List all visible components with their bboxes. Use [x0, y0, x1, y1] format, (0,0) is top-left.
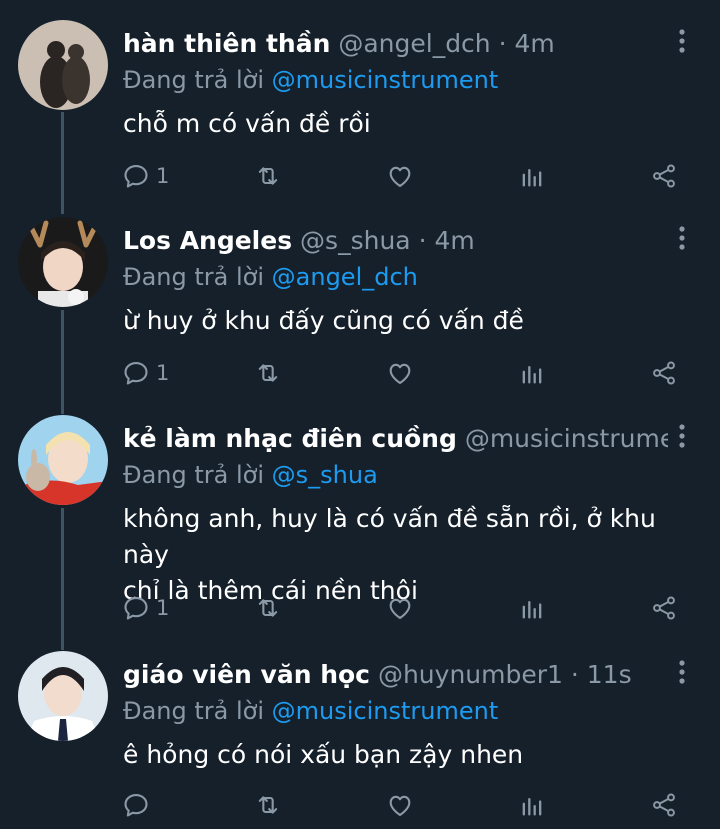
share-icon [653, 361, 675, 385]
analytics-button[interactable] [518, 156, 546, 196]
analytics-button[interactable] [518, 785, 546, 825]
action-bar: 1 [118, 353, 688, 393]
tweet-text-line: không anh, huy là có vấn đề sẵn rồi, ở k… [123, 504, 656, 569]
replying-prefix: Đang trả lời [123, 461, 265, 489]
tweet-header: giáo viên văn học @huynumber1 · 11s [123, 659, 668, 691]
user-handle[interactable]: @angel_dch [338, 29, 490, 58]
mention-link[interactable]: @angel_dch [272, 263, 418, 291]
share-button[interactable] [650, 156, 678, 196]
reply-button[interactable]: 1 [122, 353, 169, 393]
avatar[interactable] [18, 20, 108, 110]
reply-icon [124, 794, 148, 817]
action-bar: 1 [118, 156, 688, 196]
more-icon[interactable] [672, 26, 692, 56]
like-icon [389, 363, 411, 384]
analytics-button[interactable] [518, 588, 546, 628]
tweet[interactable]: kẻ làm nhạc điên cuồng @musicinstrument … [0, 415, 720, 635]
display-name[interactable]: kẻ làm nhạc điên cuồng [123, 424, 457, 453]
mention-link[interactable]: @musicinstrument [272, 66, 499, 94]
share-icon [653, 596, 675, 620]
replying-to: Đang trả lời @musicinstrument [123, 64, 498, 96]
retweet-button[interactable] [254, 353, 282, 393]
reply-count: 1 [156, 596, 170, 620]
reply-count: 1 [156, 361, 170, 385]
like-button[interactable] [386, 353, 414, 393]
more-icon[interactable] [672, 223, 692, 253]
reply-icon [124, 165, 148, 188]
reply-button[interactable]: 1 [122, 588, 169, 628]
avatar[interactable] [18, 217, 108, 307]
replying-to: Đang trả lời @musicinstrument [123, 695, 498, 727]
share-button[interactable] [650, 785, 678, 825]
reply-button[interactable] [122, 785, 156, 825]
retweet-icon [258, 364, 278, 382]
analytics-icon [522, 169, 542, 187]
user-handle[interactable]: @huynumber1 [378, 660, 563, 689]
replying-prefix: Đang trả lời [123, 263, 265, 291]
replying-to: Đang trả lời @s_shua [123, 459, 378, 491]
retweet-icon [258, 167, 278, 185]
tweet-text: ê hỏng có nói xấu bạn zậy nhen [123, 737, 683, 773]
tweet-text-line: ê hỏng có nói xấu bạn zậy nhen [123, 740, 524, 769]
mention-link[interactable]: @s_shua [272, 461, 378, 489]
tweet-header: Los Angeles @s_shua · 4m [123, 225, 668, 257]
separator-dot: · [570, 660, 579, 689]
action-bar: 1 [118, 588, 688, 628]
like-button[interactable] [386, 785, 414, 825]
user-handle[interactable]: @s_shua [300, 226, 411, 255]
reply-button[interactable]: 1 [122, 156, 169, 196]
analytics-icon [522, 366, 542, 384]
replying-prefix: Đang trả lời [123, 66, 265, 94]
retweet-button[interactable] [254, 785, 282, 825]
tweet-header: kẻ làm nhạc điên cuồng @musicinstrument … [123, 423, 668, 455]
share-button[interactable] [650, 353, 678, 393]
timestamp[interactable]: 4m [515, 29, 555, 58]
timestamp[interactable]: 11s [587, 660, 632, 689]
like-icon [389, 598, 411, 619]
avatar[interactable] [18, 415, 108, 505]
like-button[interactable] [386, 588, 414, 628]
timestamp[interactable]: 4m [434, 226, 474, 255]
reply-icon [124, 362, 148, 385]
share-button[interactable] [650, 588, 678, 628]
analytics-icon [522, 601, 542, 619]
retweet-button[interactable] [254, 156, 282, 196]
like-button[interactable] [386, 156, 414, 196]
more-icon[interactable] [672, 421, 692, 451]
tweet-text: ừ huy ở khu đấy cũng có vấn đề [123, 303, 683, 339]
like-icon [389, 166, 411, 187]
share-icon [653, 793, 675, 817]
tweet[interactable]: giáo viên văn học @huynumber1 · 11s Đang… [0, 651, 720, 829]
like-icon [389, 795, 411, 816]
tweet-text: chỗ m có vấn đề rồi [123, 106, 683, 142]
tweet-header: hàn thiên thần @angel_dch · 4m [123, 28, 668, 60]
tweet[interactable]: hàn thiên thần @angel_dch · 4m Đang trả … [0, 20, 720, 200]
analytics-icon [522, 798, 542, 816]
display-name[interactable]: Los Angeles [123, 226, 292, 255]
display-name[interactable]: giáo viên văn học [123, 660, 370, 689]
reply-count: 1 [156, 164, 170, 188]
display-name[interactable]: hàn thiên thần [123, 29, 330, 58]
tweet-text-line: ừ huy ở khu đấy cũng có vấn đề [123, 306, 524, 335]
action-bar [118, 785, 688, 825]
share-icon [653, 164, 675, 188]
reply-icon [124, 597, 148, 620]
separator-dot: · [498, 29, 507, 58]
replying-prefix: Đang trả lời [123, 697, 265, 725]
retweet-button[interactable] [254, 588, 282, 628]
mention-link[interactable]: @musicinstrument [272, 697, 499, 725]
tweet-text-line: chỗ m có vấn đề rồi [123, 109, 371, 138]
tweet[interactable]: Los Angeles @s_shua · 4m Đang trả lời @a… [0, 217, 720, 397]
analytics-button[interactable] [518, 353, 546, 393]
more-icon[interactable] [672, 657, 692, 687]
retweet-icon [258, 796, 278, 814]
retweet-icon [258, 599, 278, 617]
replying-to: Đang trả lời @angel_dch [123, 261, 418, 293]
user-handle[interactable]: @musicinstrument … [465, 424, 668, 453]
separator-dot: · [418, 226, 427, 255]
avatar[interactable] [18, 651, 108, 741]
